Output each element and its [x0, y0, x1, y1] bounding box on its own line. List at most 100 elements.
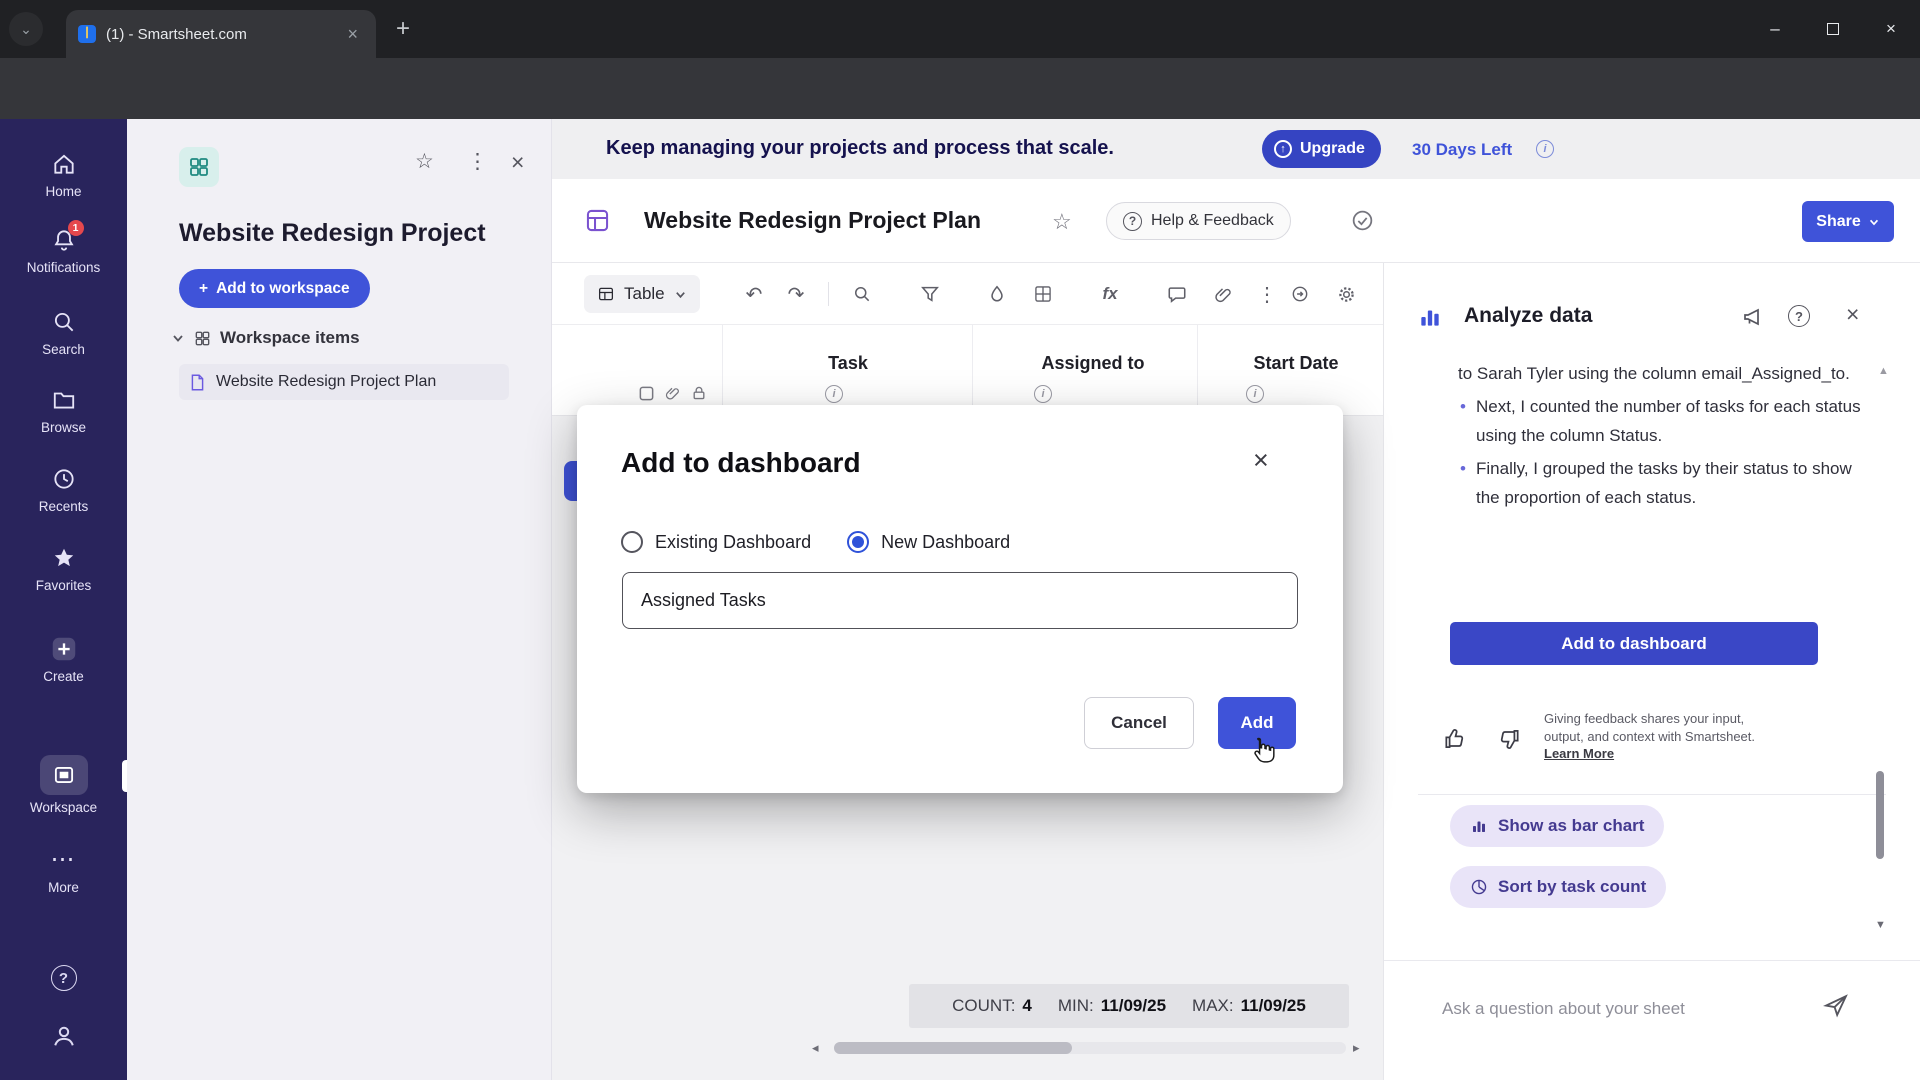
panel-add-to-dashboard-button[interactable]: Add to dashboard: [1450, 622, 1818, 665]
maximize-button[interactable]: [1804, 0, 1862, 58]
dashboard-name-input[interactable]: [622, 572, 1298, 629]
column-header-start-date[interactable]: Start Date: [1253, 353, 1338, 374]
new-dashboard-label: New Dashboard: [881, 532, 1010, 553]
existing-dashboard-option[interactable]: Existing Dashboard: [621, 531, 811, 553]
cell-format-icon[interactable]: [1025, 276, 1061, 312]
sidebar-item-favorites[interactable]: Favorites: [0, 543, 127, 593]
checkbox-icon[interactable]: [638, 385, 655, 402]
workspace-items-section[interactable]: Workspace items: [171, 323, 360, 353]
scroll-right-arrow[interactable]: ▸: [1353, 1040, 1360, 1056]
radio-selected-icon[interactable]: [847, 531, 869, 553]
upgrade-icon: ↑: [1274, 140, 1292, 158]
cancel-button[interactable]: Cancel: [1084, 697, 1194, 749]
info-icon[interactable]: i: [1536, 140, 1554, 158]
grid-line: [1197, 325, 1198, 416]
upgrade-button[interactable]: ↑ Upgrade: [1262, 130, 1381, 168]
send-icon[interactable]: [1822, 991, 1850, 1019]
suggestion-chip-bar-chart[interactable]: Show as bar chart: [1450, 805, 1664, 847]
tab-close-icon[interactable]: ×: [341, 22, 364, 47]
analyze-close-icon[interactable]: ×: [1846, 301, 1859, 328]
share-button[interactable]: Share: [1802, 201, 1894, 242]
toolbar-more-icon[interactable]: ⋮: [1249, 276, 1285, 312]
sidebar-item-browse[interactable]: Browse: [0, 385, 127, 435]
panel-scroll-up-icon[interactable]: ▲: [1878, 365, 1889, 377]
dialog-close-icon[interactable]: ×: [1249, 441, 1273, 480]
scrollbar-thumb[interactable]: [834, 1042, 1072, 1054]
view-selector[interactable]: Table: [584, 275, 700, 313]
sheet-favorite-star-icon[interactable]: ☆: [1052, 209, 1072, 235]
workspace-panel-close-icon[interactable]: ×: [511, 149, 524, 176]
bar-chart-icon: [1470, 817, 1488, 835]
toolbar-search-icon[interactable]: [844, 276, 880, 312]
column-header-assigned-to[interactable]: Assigned to: [1041, 353, 1144, 374]
search-icon: [51, 307, 77, 337]
sidebar-item-create[interactable]: Create: [0, 634, 127, 684]
column-info-icon[interactable]: i: [825, 385, 843, 403]
column-header-row: Task Assigned to Start Date i i i: [552, 325, 1383, 416]
notifications-badge: 1: [68, 220, 84, 236]
analyze-panel-title: Analyze data: [1464, 304, 1592, 328]
scroll-left-arrow[interactable]: ◂: [812, 1040, 819, 1056]
browser-tab[interactable]: ꟾ (1) - Smartsheet.com ×: [66, 10, 376, 58]
sidebar-account-button[interactable]: [0, 1022, 127, 1050]
feedback-megaphone-icon[interactable]: [1741, 305, 1765, 329]
sidebar-item-more[interactable]: ⋯ More: [0, 845, 127, 895]
row-attachment-icon[interactable]: [664, 385, 680, 401]
sidebar-item-workspace[interactable]: Workspace: [0, 755, 127, 815]
existing-dashboard-label: Existing Dashboard: [655, 532, 811, 553]
comment-icon[interactable]: [1159, 276, 1195, 312]
settings-gear-icon[interactable]: [1328, 276, 1364, 312]
horizontal-scrollbar[interactable]: ◂ ▸: [552, 1040, 1383, 1056]
close-window-button[interactable]: ×: [1862, 0, 1920, 58]
analysis-intro: to Sarah Tyler using the column email_As…: [1458, 359, 1862, 388]
column-header-task[interactable]: Task: [828, 353, 868, 374]
new-dashboard-option[interactable]: New Dashboard: [847, 531, 1010, 553]
sidebar-item-search[interactable]: Search: [0, 307, 127, 357]
formula-icon[interactable]: fx: [1092, 276, 1128, 312]
radio-unselected-icon[interactable]: [621, 531, 643, 553]
add-to-workspace-button[interactable]: + Add to workspace: [179, 269, 370, 308]
learn-more-link[interactable]: Learn More: [1544, 746, 1614, 761]
column-info-icon[interactable]: i: [1034, 385, 1052, 403]
new-tab-button[interactable]: +: [396, 16, 410, 42]
min-label: MIN:: [1058, 996, 1094, 1016]
thumbs-up-icon[interactable]: [1442, 726, 1468, 752]
scrollbar-track[interactable]: [834, 1042, 1346, 1054]
attachment-icon[interactable]: [1204, 276, 1240, 312]
analysis-step: Finally, I grouped the tasks by their st…: [1458, 454, 1862, 512]
browser-urlbar-row: ← → ↻ app.smartsheet.com/sheets/v3qwxMgR…: [0, 58, 1920, 119]
plus-icon: +: [199, 280, 208, 298]
help-feedback-button[interactable]: ? Help & Feedback: [1106, 202, 1291, 240]
analysis-explanation: to Sarah Tyler using the column email_As…: [1458, 359, 1862, 512]
smartsheet-favicon: ꟾ: [78, 25, 96, 43]
sidebar-item-recents[interactable]: Recents: [0, 464, 127, 514]
sidebar-item-notifications[interactable]: 1 Notifications: [0, 225, 127, 275]
sidebar-item-home[interactable]: Home: [0, 149, 127, 199]
ask-question-input[interactable]: [1442, 989, 1802, 1029]
workspace-panel: ☆ ⋮ × Website Redesign Project + Add to …: [127, 119, 552, 1080]
question-icon: ?: [1123, 212, 1142, 231]
filter-icon[interactable]: [912, 276, 948, 312]
tab-search-button[interactable]: ⌄: [9, 12, 43, 46]
user-icon: [50, 1022, 78, 1050]
chevron-down-icon: [1868, 216, 1880, 228]
analyze-help-icon[interactable]: ?: [1788, 305, 1810, 327]
workspace-menu-icon[interactable]: ⋮: [467, 149, 488, 174]
sidebar-help-button[interactable]: ?: [0, 965, 127, 991]
thumbs-down-icon[interactable]: [1496, 726, 1522, 752]
analysis-steps: Next, I counted the number of tasks for …: [1458, 392, 1862, 512]
paint-format-icon[interactable]: [979, 276, 1015, 312]
sidebar-label: Home: [45, 184, 81, 199]
favorite-star-icon[interactable]: ☆: [415, 149, 434, 174]
undo-icon[interactable]: ↶: [736, 276, 772, 312]
share-label: Share: [1816, 213, 1860, 231]
redo-icon[interactable]: ↷: [778, 276, 814, 312]
suggestion-chip-sort[interactable]: Sort by task count: [1450, 866, 1666, 908]
panel-scroll-down-icon[interactable]: ▼: [1875, 919, 1886, 931]
workspace-item-sheet[interactable]: Website Redesign Project Plan: [179, 364, 509, 400]
analysis-step: Next, I counted the number of tasks for …: [1458, 392, 1862, 450]
column-info-icon[interactable]: i: [1246, 385, 1264, 403]
automation-icon[interactable]: [1282, 276, 1318, 312]
minimize-button[interactable]: –: [1746, 0, 1804, 58]
panel-scrollbar-thumb[interactable]: [1876, 771, 1884, 859]
